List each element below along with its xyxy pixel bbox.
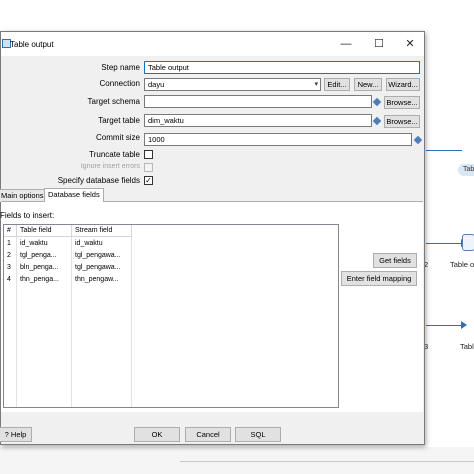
table-row-index[interactable]: 4 — [4, 274, 17, 286]
close-button[interactable]: ✕ — [396, 35, 424, 53]
minimize-button[interactable]: — — [332, 35, 360, 53]
specify-database-fields-checkbox[interactable]: ✓ — [144, 176, 153, 185]
get-fields-button[interactable]: Get fields — [373, 253, 417, 268]
stream-field-cell[interactable]: tgl_pengawa... — [72, 250, 132, 262]
truncate-table-checkbox[interactable] — [144, 150, 153, 159]
help-button[interactable]: ? Help — [0, 427, 32, 442]
hop-arrow-icon — [461, 321, 467, 329]
commit-size-input[interactable]: 1000 — [144, 133, 412, 146]
hop-line-3[interactable] — [426, 325, 462, 326]
sql-button[interactable]: SQL — [235, 427, 281, 442]
target-table-label: Target table — [98, 116, 140, 125]
stream-field-cell[interactable]: tgl_pengawa... — [72, 262, 132, 274]
cancel-button[interactable]: Cancel — [185, 427, 231, 442]
enter-field-mapping-button[interactable]: Enter field mapping — [341, 271, 417, 286]
new-connection-button[interactable]: New... — [354, 78, 382, 91]
column-header-stream-field[interactable]: Stream field — [72, 225, 132, 237]
maximize-button[interactable]: ☐ — [365, 35, 393, 53]
step-node-label[interactable]: Tab — [458, 164, 474, 176]
database-fields-panel: Fields to insert: # Table field Stream f… — [0, 201, 423, 412]
fields-to-insert-label: Fields to insert: — [0, 211, 55, 220]
tab-database-fields[interactable]: Database fields — [44, 188, 104, 202]
target-schema-label: Target schema — [87, 97, 140, 106]
table-field-cell[interactable]: id_waktu — [17, 238, 72, 250]
fields-table[interactable]: # Table field Stream field 1 id_waktu id… — [3, 224, 339, 408]
target-schema-input[interactable] — [144, 95, 372, 108]
help-label: Help — [10, 430, 27, 439]
variable-icon — [413, 135, 423, 145]
table-field-cell[interactable]: thn_penga... — [17, 274, 72, 286]
table-row-index[interactable]: 1 — [4, 238, 17, 250]
specify-database-fields-label: Specify database fields — [57, 176, 140, 185]
chevron-down-icon: ▾ — [314, 81, 318, 88]
step-name-input[interactable]: Table output — [144, 61, 420, 74]
ignore-insert-errors-label: Ignore insert errors — [80, 163, 140, 170]
dialog-titlebar[interactable]: Table output — ☐ ✕ — [1, 32, 424, 56]
browse-schema-button[interactable]: Browse... — [384, 96, 420, 109]
step-node-label: Tabl — [460, 342, 474, 351]
connection-label: Connection — [99, 79, 140, 88]
variable-icon — [372, 97, 382, 107]
wizard-button[interactable]: Wizard... — [386, 78, 420, 91]
table-row-index[interactable]: 2 — [4, 250, 17, 262]
target-table-input[interactable]: dim_waktu — [144, 114, 372, 127]
edit-connection-button[interactable]: Edit... — [324, 78, 350, 91]
truncate-table-label: Truncate table — [89, 150, 140, 159]
connection-value: dayu — [148, 80, 165, 89]
step-name-label: Step name — [101, 63, 140, 72]
step-node-label: Table o — [450, 260, 474, 269]
connection-select[interactable]: dayu ▾ — [144, 78, 321, 91]
table-field-cell[interactable]: bln_penga... — [17, 262, 72, 274]
divider — [180, 461, 474, 462]
column-header-index[interactable]: # — [4, 225, 17, 237]
hop-line-1[interactable] — [426, 150, 462, 151]
stream-field-cell[interactable]: thn_pengaw... — [72, 274, 132, 286]
ok-button[interactable]: OK — [134, 427, 180, 442]
table-output-step-icon[interactable] — [462, 234, 474, 251]
dialog-title: Table output — [10, 40, 54, 49]
column-header-table-field[interactable]: Table field — [17, 225, 72, 237]
browse-table-button[interactable]: Browse... — [384, 115, 420, 128]
commit-size-label: Commit size — [95, 133, 140, 142]
ignore-insert-errors-checkbox — [144, 163, 153, 172]
stream-field-cell[interactable]: id_waktu — [72, 238, 132, 250]
table-output-dialog: Table output — ☐ ✕ Step name Table outpu… — [0, 31, 425, 445]
table-row-index[interactable]: 3 — [4, 262, 17, 274]
variable-icon — [372, 116, 382, 126]
hop-line-2[interactable] — [426, 243, 462, 244]
help-icon: ? — [4, 430, 9, 439]
table-field-cell[interactable]: tgl_penga... — [17, 250, 72, 262]
